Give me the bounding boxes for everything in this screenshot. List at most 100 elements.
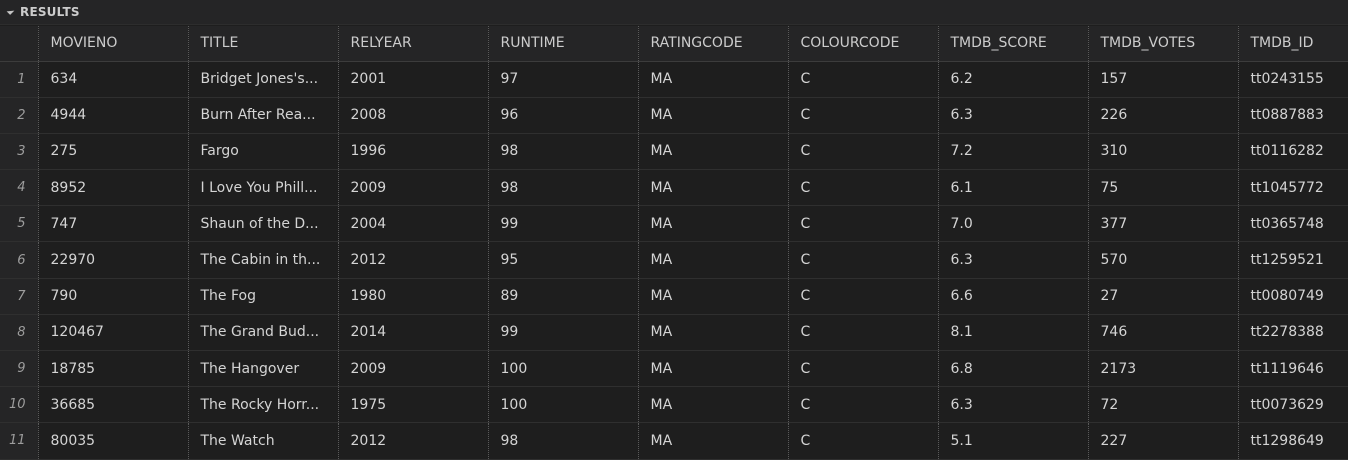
column-header[interactable]: RUNTIME (488, 26, 639, 62)
table-cell[interactable]: 89 (488, 278, 639, 315)
table-cell[interactable]: 2012 (338, 241, 489, 279)
table-cell[interactable]: 97 (488, 61, 639, 98)
table-cell[interactable]: The Rocky Horr... (188, 386, 339, 424)
table-cell[interactable]: 36685 (38, 386, 189, 424)
table-cell[interactable]: The Cabin in th... (188, 241, 339, 279)
table-cell[interactable]: C (788, 97, 939, 134)
table-cell[interactable]: C (788, 422, 939, 460)
row-number[interactable]: 10 (0, 386, 39, 424)
table-row[interactable]: 2 4944 Burn After Rea... 2008 96 MA C 6.3 226 tt0… (0, 97, 1348, 134)
table-cell[interactable]: 570 (1088, 241, 1239, 279)
row-number[interactable]: 11 (0, 422, 39, 460)
table-cell[interactable]: tt0243155 (1238, 61, 1348, 98)
table-cell[interactable]: MA (638, 97, 789, 134)
table-row[interactable]: 7 790 The Fog 1980 89 MA C 6.6 27 tt0080749 (0, 278, 1348, 315)
table-cell[interactable]: C (788, 133, 939, 171)
table-cell[interactable]: The Grand Bud... (188, 314, 339, 352)
table-cell[interactable]: MA (638, 386, 789, 424)
table-cell[interactable]: MA (638, 205, 789, 243)
table-cell[interactable]: 6.3 (938, 386, 1089, 424)
table-cell[interactable]: 22970 (38, 241, 189, 279)
table-cell[interactable]: C (788, 278, 939, 315)
table-cell[interactable]: tt0073629 (1238, 386, 1348, 424)
table-row[interactable]: 10 36685 The Rocky Horr... 1975 100 MA C 6.3 72 t… (0, 386, 1348, 424)
table-cell[interactable]: 1996 (338, 133, 489, 171)
row-number[interactable]: 5 (0, 205, 39, 243)
table-cell[interactable]: 100 (488, 386, 639, 424)
table-cell[interactable]: 2014 (338, 314, 489, 352)
column-header[interactable]: MOVIENO (38, 26, 189, 62)
table-cell[interactable]: 6.3 (938, 241, 1089, 279)
table-cell[interactable]: 226 (1088, 97, 1239, 134)
table-row[interactable]: 1 634 Bridget Jones's... 2001 97 MA C 6.2 157 tt0… (0, 61, 1348, 98)
table-cell[interactable]: tt1298649 (1238, 422, 1348, 460)
table-row[interactable]: 11 80035 The Watch 2012 98 MA C 5.1 227 tt1298649 (0, 422, 1348, 460)
table-cell[interactable]: MA (638, 314, 789, 352)
row-number[interactable]: 2 (0, 97, 39, 134)
table-cell[interactable]: 96 (488, 97, 639, 134)
table-cell[interactable]: MA (638, 422, 789, 460)
table-cell[interactable]: 99 (488, 314, 639, 352)
table-cell[interactable]: 2173 (1088, 350, 1239, 388)
column-header[interactable]: TMDB_VOTES (1088, 26, 1239, 62)
row-number[interactable]: 4 (0, 169, 39, 207)
table-row[interactable]: 8 120467 The Grand Bud... 2014 99 MA C 8.1 746 tt… (0, 314, 1348, 352)
table-cell[interactable]: 2012 (338, 422, 489, 460)
table-row[interactable]: 9 18785 The Hangover 2009 100 MA C 6.8 2173 tt111… (0, 350, 1348, 388)
table-cell[interactable]: The Watch (188, 422, 339, 460)
table-cell[interactable]: MA (638, 350, 789, 388)
table-cell[interactable]: 7.2 (938, 133, 1089, 171)
table-cell[interactable]: MA (638, 61, 789, 98)
table-cell[interactable]: 1975 (338, 386, 489, 424)
row-number[interactable]: 3 (0, 133, 39, 171)
table-cell[interactable]: C (788, 169, 939, 207)
column-header[interactable]: TITLE (188, 26, 339, 62)
column-header[interactable]: RATINGCODE (638, 26, 789, 62)
table-cell[interactable]: C (788, 386, 939, 424)
row-number[interactable]: 6 (0, 241, 39, 279)
table-cell[interactable]: C (788, 61, 939, 98)
table-cell[interactable]: The Fog (188, 278, 339, 315)
row-number[interactable]: 1 (0, 61, 39, 98)
column-header[interactable]: TMDB_ID (1238, 26, 1348, 62)
table-cell[interactable]: 80035 (38, 422, 189, 460)
table-cell[interactable]: 2009 (338, 350, 489, 388)
table-cell[interactable]: MA (638, 241, 789, 279)
table-cell[interactable]: MA (638, 278, 789, 315)
table-cell[interactable]: Fargo (188, 133, 339, 171)
table-cell[interactable]: MA (638, 133, 789, 171)
table-cell[interactable]: 790 (38, 278, 189, 315)
column-header[interactable]: COLOURCODE (788, 26, 939, 62)
table-cell[interactable]: 634 (38, 61, 189, 98)
row-number[interactable]: 8 (0, 314, 39, 352)
table-cell[interactable]: C (788, 205, 939, 243)
table-cell[interactable]: 6.2 (938, 61, 1089, 98)
table-row[interactable]: 5 747 Shaun of the D... 2004 99 MA C 7.0 377 tt03… (0, 205, 1348, 243)
table-cell[interactable]: 747 (38, 205, 189, 243)
table-cell[interactable]: 1980 (338, 278, 489, 315)
row-number[interactable]: 9 (0, 350, 39, 388)
row-number[interactable]: 7 (0, 278, 39, 315)
table-cell[interactable]: 120467 (38, 314, 189, 352)
table-cell[interactable]: 6.8 (938, 350, 1089, 388)
table-cell[interactable]: 72 (1088, 386, 1239, 424)
table-cell[interactable]: 157 (1088, 61, 1239, 98)
table-cell[interactable]: tt0887883 (1238, 97, 1348, 134)
table-cell[interactable]: 6.1 (938, 169, 1089, 207)
table-cell[interactable]: 6.6 (938, 278, 1089, 315)
table-cell[interactable]: 99 (488, 205, 639, 243)
table-cell[interactable]: tt0116282 (1238, 133, 1348, 171)
table-cell[interactable]: C (788, 350, 939, 388)
table-cell[interactable]: 6.3 (938, 97, 1089, 134)
table-cell[interactable]: Bridget Jones's... (188, 61, 339, 98)
table-cell[interactable]: 4944 (38, 97, 189, 134)
results-section-header[interactable]: RESULTS (0, 0, 1348, 25)
table-cell[interactable]: 27 (1088, 278, 1239, 315)
table-cell[interactable]: tt1119646 (1238, 350, 1348, 388)
table-cell[interactable]: C (788, 241, 939, 279)
select-all-corner[interactable] (0, 26, 39, 62)
table-cell[interactable]: 95 (488, 241, 639, 279)
table-cell[interactable]: 5.1 (938, 422, 1089, 460)
table-cell[interactable]: C (788, 314, 939, 352)
table-cell[interactable]: tt1259521 (1238, 241, 1348, 279)
